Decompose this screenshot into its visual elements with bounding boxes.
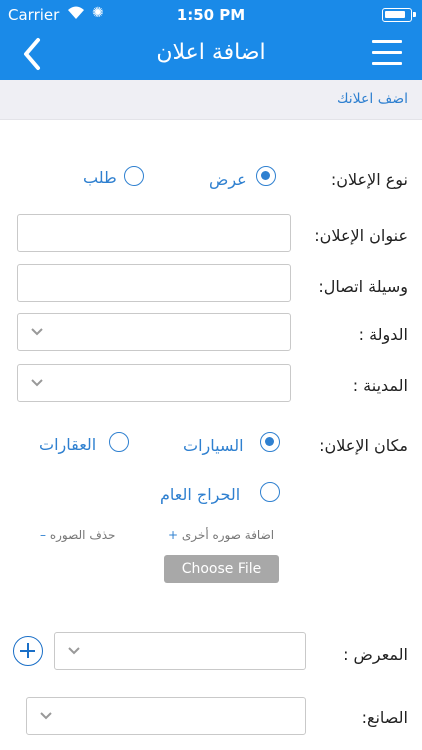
chevron-down-icon — [68, 647, 80, 655]
battery-icon — [382, 8, 416, 22]
city-select[interactable] — [17, 364, 291, 402]
radio-offer-label[interactable]: عرض — [209, 170, 247, 189]
radio-real-estate[interactable] — [109, 432, 129, 452]
radio-request-label[interactable]: طلب — [83, 168, 117, 187]
nav-bar: اضافة اعلان — [0, 30, 422, 80]
minus-icon: – — [40, 528, 46, 542]
delete-image-link[interactable]: حذف الصوره – — [40, 528, 115, 542]
country-select[interactable] — [17, 313, 291, 351]
status-time: 1:50 PM — [176, 6, 246, 24]
breadcrumb-bar: اضف اعلانك — [0, 80, 422, 120]
chevron-down-icon — [31, 328, 43, 336]
radio-cars-label[interactable]: السيارات — [183, 436, 244, 455]
hamburger-menu-icon[interactable] — [372, 40, 402, 68]
contact-label: وسيلة اتصال: — [318, 277, 408, 296]
country-label: الدولة : — [358, 325, 408, 344]
contact-input[interactable] — [17, 264, 291, 302]
radio-real-estate-label[interactable]: العقارات — [39, 435, 96, 454]
ad-title-label: عنوان الإعلان: — [314, 226, 408, 245]
radio-general-auction-label[interactable]: الحراج العام — [160, 485, 240, 504]
add-image-link[interactable]: اضافة صوره أخرى + — [168, 528, 274, 542]
add-circle-icon[interactable] — [13, 636, 43, 666]
chevron-down-icon — [31, 379, 43, 387]
breadcrumb[interactable]: اضف اعلانك — [337, 91, 408, 107]
ad-place-label: مكان الإعلان: — [319, 436, 408, 455]
radio-request[interactable] — [124, 166, 144, 186]
plus-icon: + — [168, 528, 179, 542]
manufacturer-select[interactable] — [26, 697, 306, 735]
ad-title-input[interactable] — [17, 214, 291, 252]
delete-image-label: حذف الصوره — [49, 528, 116, 542]
showroom-select[interactable] — [54, 632, 306, 670]
status-bar: Carrier ✺ 1:50 PM — [0, 0, 422, 30]
page-title: اضافة اعلان — [156, 40, 266, 65]
manufacturer-label: الصانع: — [361, 708, 408, 727]
add-image-label: اضافة صوره أخرى — [181, 528, 275, 542]
ad-type-label: نوع الإعلان: — [330, 170, 408, 189]
chevron-down-icon — [40, 712, 52, 720]
radio-offer[interactable] — [256, 166, 276, 186]
city-label: المدينة : — [352, 376, 408, 395]
choose-file-button[interactable]: Choose File — [164, 555, 279, 583]
battery-fill — [385, 11, 405, 18]
showroom-label: المعرض : — [343, 645, 408, 664]
radio-cars[interactable] — [260, 432, 280, 452]
radio-general-auction[interactable] — [260, 482, 280, 502]
